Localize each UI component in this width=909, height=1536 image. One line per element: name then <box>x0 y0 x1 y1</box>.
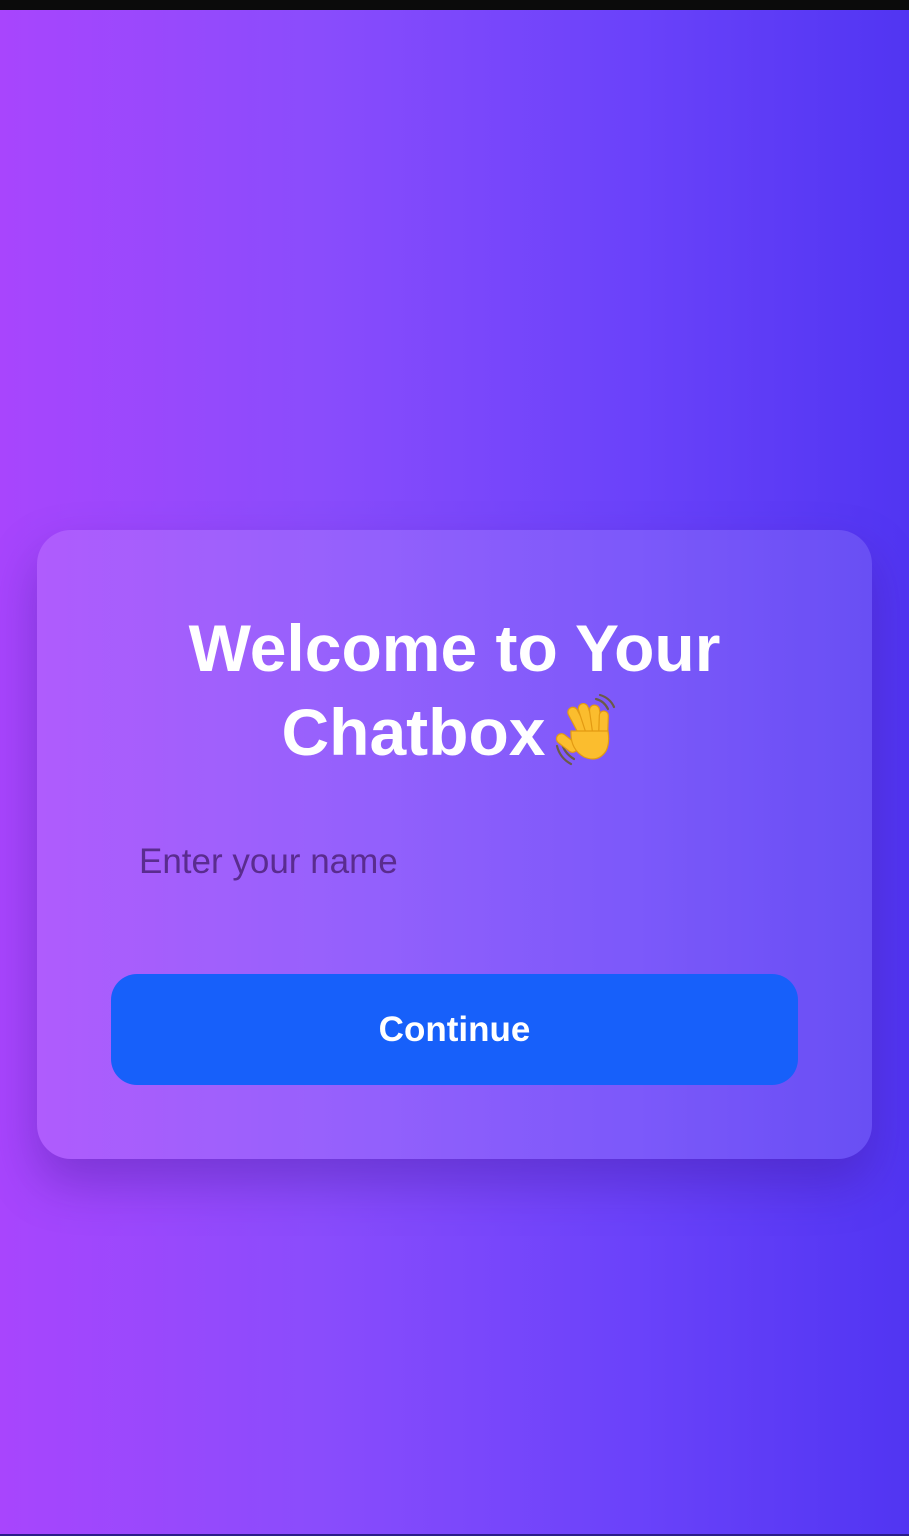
welcome-card: Welcome to Your Chatbox Enter your name … <box>37 530 872 1159</box>
welcome-title-line-2: Chatbox <box>281 695 546 769</box>
status-bar <box>0 0 909 10</box>
waving-hand-icon <box>552 691 628 767</box>
name-input[interactable] <box>111 822 797 902</box>
welcome-title-line-1: Welcome to Your <box>188 611 721 685</box>
welcome-title: Welcome to Your Chatbox <box>37 606 872 774</box>
continue-button[interactable]: Continue <box>111 974 798 1085</box>
welcome-title-line-2-wrapper: Chatbox <box>37 690 872 774</box>
